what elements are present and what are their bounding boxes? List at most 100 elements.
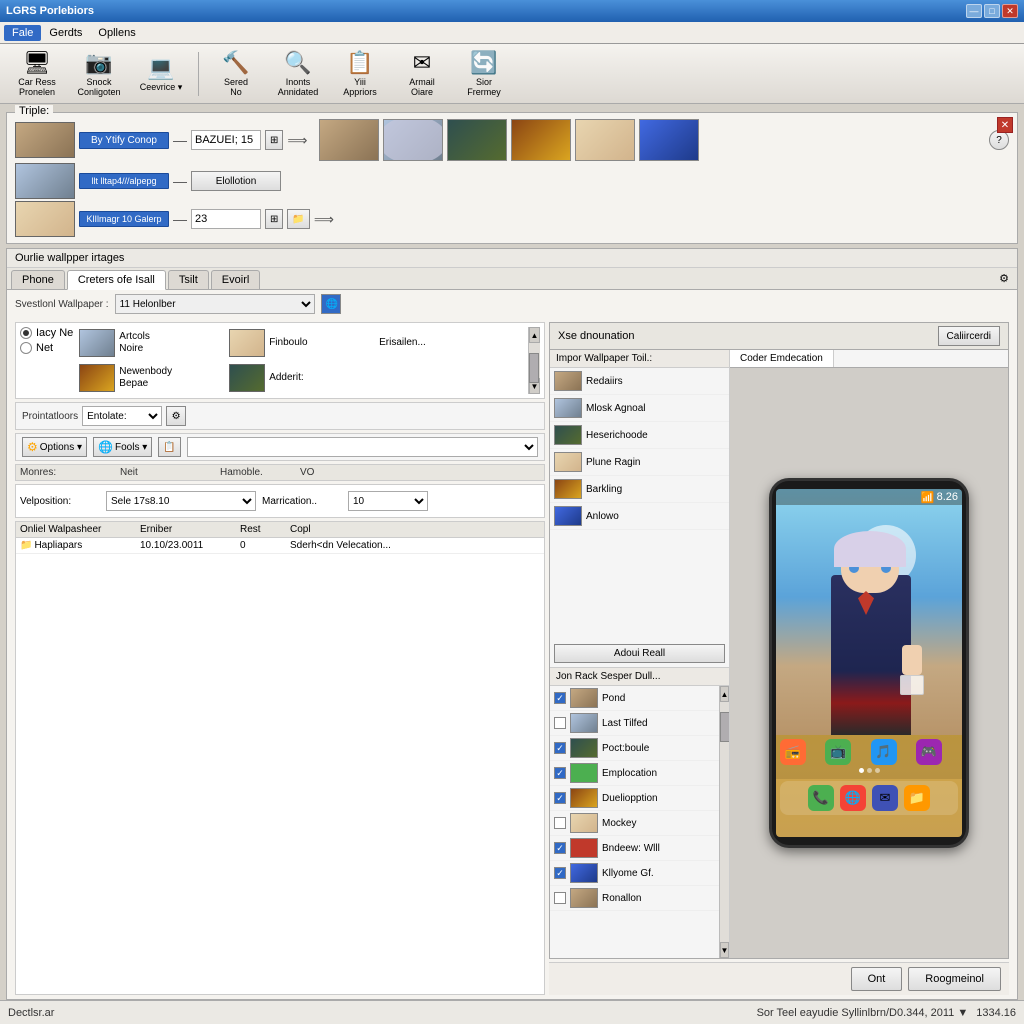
cl-scroll-up[interactable]: ▲ — [720, 686, 729, 702]
velposition-select[interactable]: Sele 17s8.10 — [106, 491, 256, 511]
phone-icon-2[interactable]: 📺 — [825, 739, 851, 765]
entolate-select[interactable]: Entolate: — [82, 406, 162, 426]
dock-mail[interactable]: ✉ — [872, 785, 898, 811]
section-globe-btn[interactable]: 🌐 — [321, 294, 341, 314]
coder-tab-main[interactable]: Coder Emdecation — [730, 350, 834, 367]
section-icon-btn[interactable]: ⚙ — [995, 270, 1013, 289]
checklist-scrollbar[interactable]: ▲ ▼ — [719, 686, 729, 958]
check-poct-box[interactable]: ✓ — [554, 742, 566, 754]
options-btn[interactable]: ⚙ Options ▾ — [22, 437, 87, 457]
check-kll-box[interactable]: ✓ — [554, 867, 566, 879]
maximize-button[interactable]: □ — [984, 4, 1000, 18]
tab-creters[interactable]: Creters ofe Isall — [67, 270, 166, 290]
toolbar-armail[interactable]: ✉ ArmailOiare — [393, 48, 451, 100]
check-mock-box[interactable] — [554, 817, 566, 829]
table-icon-btn[interactable]: 📋 — [158, 437, 180, 457]
triple-label-3[interactable]: KlIlmagr 10 Galerp — [79, 211, 169, 227]
phone-icon-1[interactable]: 📻 — [780, 739, 806, 765]
fools-btn[interactable]: 🌐 Fools ▾ — [93, 437, 152, 457]
strip-thumb-3[interactable] — [447, 119, 507, 161]
grid-item-finboulo[interactable]: Finboulo — [227, 327, 374, 359]
check-duel-box[interactable]: ✓ — [554, 792, 566, 804]
dock-browser[interactable]: 🌐 — [840, 785, 866, 811]
triple-input-1[interactable] — [191, 130, 261, 150]
check-ronallon[interactable]: Ronallon — [550, 886, 719, 911]
wp-import-plune[interactable]: Plune Ragin — [550, 449, 729, 476]
scroll-thumb[interactable] — [529, 353, 539, 383]
radio-iacy-ne[interactable]: Iacy Ne — [20, 327, 73, 339]
radio-iacy-btn[interactable] — [20, 327, 32, 339]
close-button[interactable]: ✕ — [1002, 4, 1018, 18]
check-last-box[interactable] — [554, 717, 566, 729]
tab-phone[interactable]: Phone — [11, 270, 65, 289]
check-emplocation[interactable]: ✓ Emplocation — [550, 761, 719, 786]
cl-scroll-down[interactable]: ▼ — [720, 942, 729, 958]
wp-import-anlowo[interactable]: Anlowo — [550, 503, 729, 530]
ont-button[interactable]: Ont — [851, 967, 903, 991]
check-dueliopption[interactable]: ✓ Dueliopption — [550, 786, 719, 811]
radio-net[interactable]: Net — [20, 342, 73, 354]
check-mockey[interactable]: Mockey — [550, 811, 719, 836]
wp-import-mlosk[interactable]: Mlosk Agnoal — [550, 395, 729, 422]
menu-options[interactable]: Opllens — [90, 25, 143, 41]
grid-item-erisailen[interactable]: Erisailen... — [377, 327, 524, 359]
triple-arrow-3[interactable]: ⟹ — [314, 211, 334, 228]
menu-file[interactable]: Fale — [4, 25, 41, 41]
dock-phone[interactable]: 📞 — [808, 785, 834, 811]
check-ron-box[interactable] — [554, 892, 566, 904]
toolbar-sered[interactable]: 🔨 SeredNo — [207, 48, 265, 100]
section-dropdown-select[interactable]: 11 Helonlber — [115, 294, 315, 314]
radio-net-btn[interactable] — [20, 342, 32, 354]
strip-thumb-6[interactable] — [639, 119, 699, 161]
triple-input-3[interactable] — [191, 209, 261, 229]
check-bnd-box[interactable]: ✓ — [554, 842, 566, 854]
wp-import-barkling[interactable]: Barkling — [550, 476, 729, 503]
tab-evoirl[interactable]: Evoirl — [211, 270, 261, 289]
toolbar-ceevrice[interactable]: 💻 Ceevrice ▾ — [132, 48, 190, 100]
check-empl-box[interactable]: ✓ — [554, 767, 566, 779]
toolbar-snock[interactable]: 📷 SnockConligoten — [70, 48, 128, 100]
strip-thumb-1[interactable] — [319, 119, 379, 161]
toolbar-yiii[interactable]: 📋 YiiiAppriors — [331, 48, 389, 100]
check-poctboule[interactable]: ✓ Poct:boule — [550, 736, 719, 761]
grid-item-artcols[interactable]: ArtcolsNoire — [77, 327, 224, 359]
roogmeinol-button[interactable]: Roogmeinol — [908, 967, 1001, 991]
scroll-up-btn[interactable]: ▲ — [529, 327, 540, 343]
options-extra-select[interactable] — [187, 437, 538, 457]
wp-import-redaiirs[interactable]: Redaiirs — [550, 368, 729, 395]
triple-btn-icon-1[interactable]: ⊞ — [265, 130, 283, 150]
params-icon-btn[interactable]: ⚙ — [166, 406, 186, 426]
minimize-button[interactable]: — — [966, 4, 982, 18]
triple-btn-icon-3[interactable]: ⊞ — [265, 209, 283, 229]
strip-thumb-4[interactable] — [511, 119, 571, 161]
grid-item-adderit[interactable]: Adderit: — [227, 362, 374, 394]
toolbar-inonts[interactable]: 🔍 InontsAnnidated — [269, 48, 327, 100]
marrication-select[interactable]: 10 — [348, 491, 428, 511]
phone-icon-4[interactable]: 🎮 — [916, 739, 942, 765]
tab-tsilt[interactable]: Tsilt — [168, 270, 209, 289]
elollotion-btn[interactable]: Elollotion — [191, 171, 281, 191]
strip-thumb-2[interactable] — [383, 119, 443, 161]
caliircerdi-btn[interactable]: Caliircerdi — [938, 326, 1000, 346]
add-all-btn[interactable]: Adoui Reall — [554, 644, 725, 663]
check-last-tilfed[interactable]: Last Tilfed — [550, 711, 719, 736]
strip-thumb-5[interactable] — [575, 119, 635, 161]
items-scrollbar[interactable]: ▲ ▼ — [528, 327, 540, 394]
phone-icon-3[interactable]: 🎵 — [871, 739, 897, 765]
triple-file-3[interactable]: 📁 — [287, 209, 309, 229]
triple-arrow-1[interactable]: ⟹ — [287, 132, 307, 149]
help-btn[interactable]: ? — [989, 130, 1009, 150]
panel-close-btn[interactable]: ✕ — [997, 117, 1013, 133]
wp-table-row[interactable]: 📁 Hapliapars 10.10/23.0011 0 Sderh<dn Ve… — [16, 538, 544, 554]
grid-item-newenbody[interactable]: NewenbodyBepae — [77, 362, 224, 394]
toolbar-car-ress[interactable]: 🖥 Car RessPronelen — [8, 48, 66, 100]
check-kllyome[interactable]: ✓ Kllyome Gf. — [550, 861, 719, 886]
check-bndeew[interactable]: ✓ Bndeew: Wlll — [550, 836, 719, 861]
triple-label-2[interactable]: llt lltap4///alpepg — [79, 173, 169, 189]
menu-gerdts[interactable]: Gerdts — [41, 25, 90, 41]
check-pond-box[interactable]: ✓ — [554, 692, 566, 704]
cl-scroll-thumb[interactable] — [720, 712, 729, 742]
triple-label-1[interactable]: By Ytify Conop — [79, 132, 169, 149]
check-pond[interactable]: ✓ Pond — [550, 686, 719, 711]
dock-files[interactable]: 📁 — [904, 785, 930, 811]
